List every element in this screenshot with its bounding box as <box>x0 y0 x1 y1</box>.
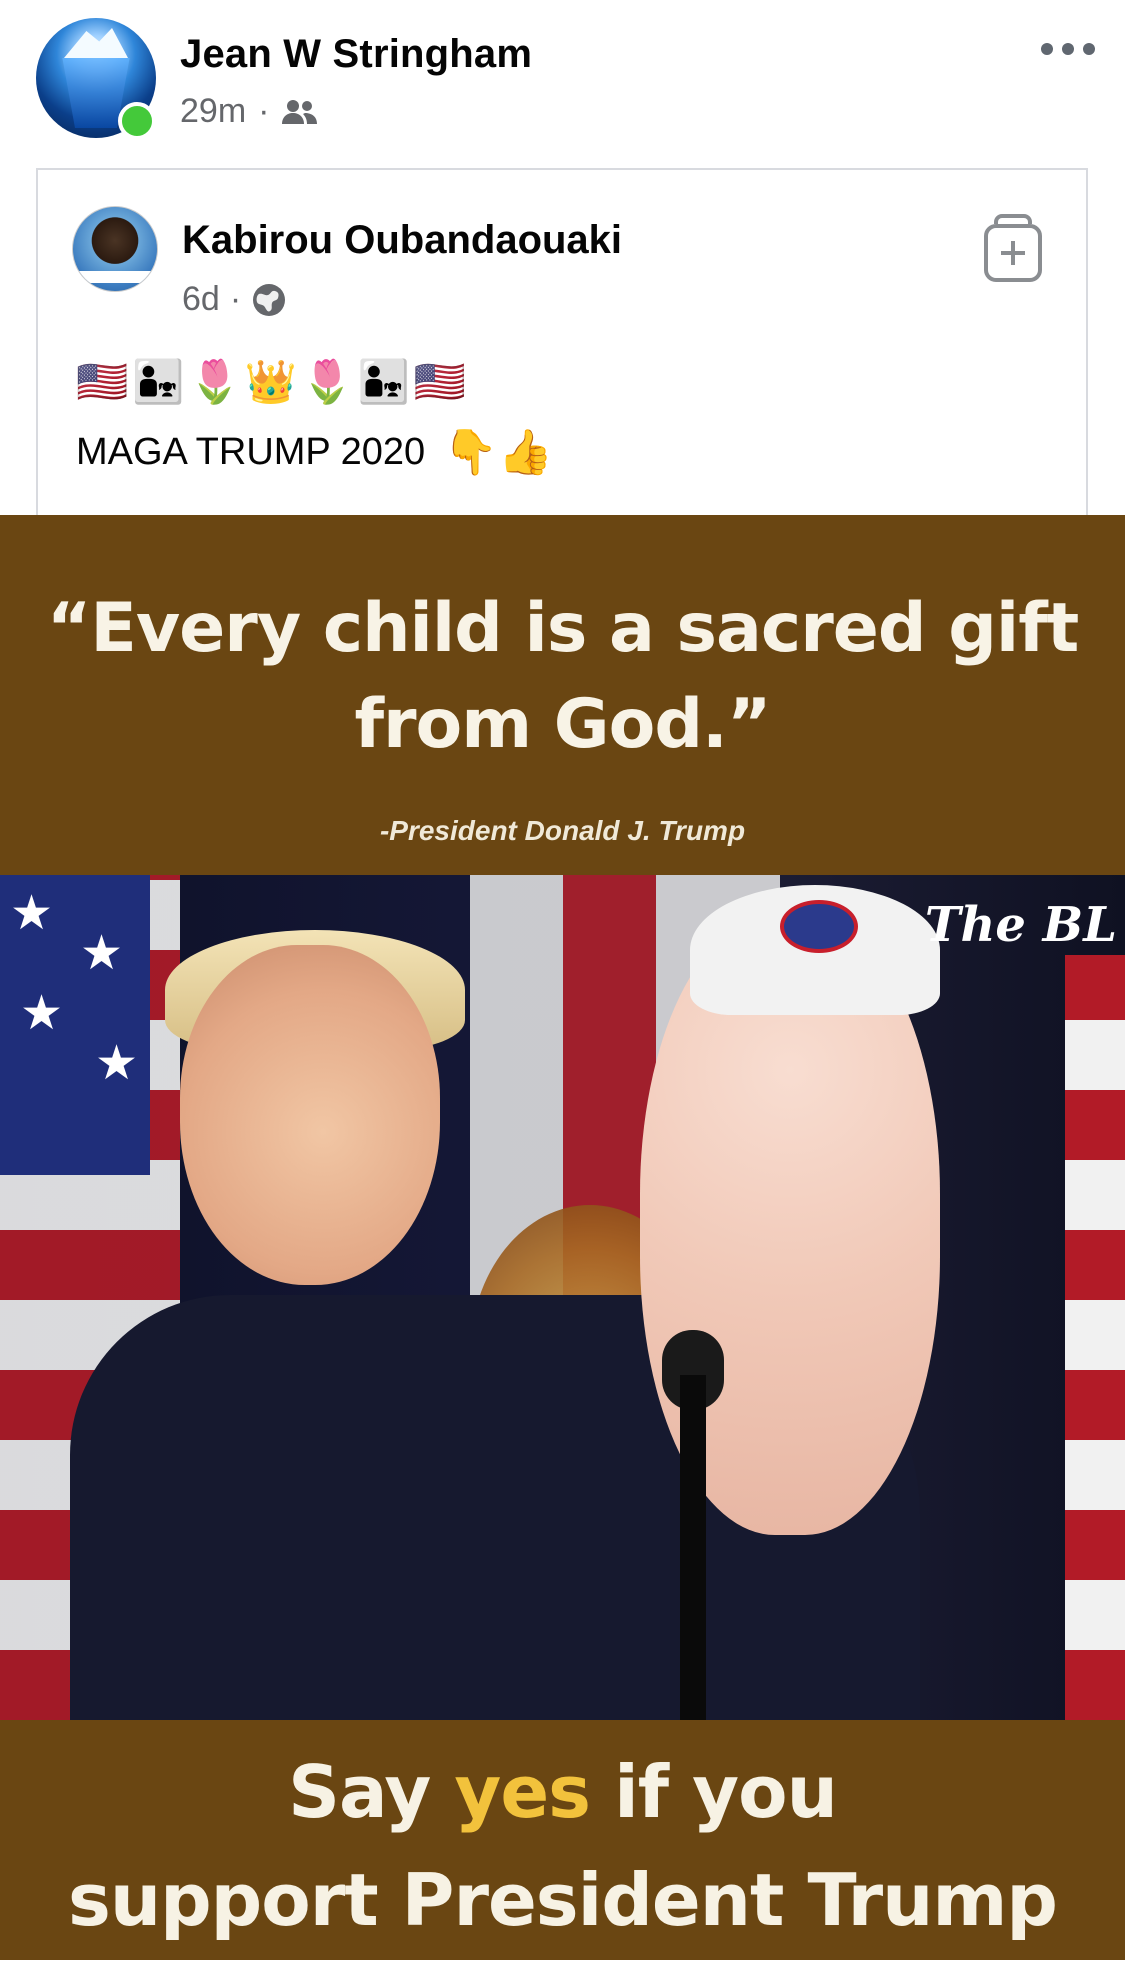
shared-post-meta: 6d · <box>182 280 287 319</box>
star-icon: ★ <box>80 927 124 980</box>
meme-quote: “Every child is a sacred gift from God.” <box>0 581 1125 773</box>
shared-avatar[interactable] <box>72 206 158 292</box>
cta-post: if you <box>590 1750 838 1834</box>
quote-attribution: -President Donald J. Trump <box>379 815 746 846</box>
cta-yes: yes <box>454 1750 591 1834</box>
meta-separator: · <box>258 92 270 130</box>
flag-right <box>1065 955 1125 1720</box>
meme-top-banner: “Every child is a sacred gift from God.”… <box>0 515 1125 875</box>
post-text-emojis: 👇👍 <box>443 428 553 477</box>
online-status-badge <box>118 102 156 140</box>
quote-line-2: from God.” <box>354 685 771 764</box>
shared-post-time[interactable]: 6d <box>182 280 220 319</box>
star-icon: ★ <box>20 987 64 1040</box>
friends-icon <box>282 99 318 124</box>
post-text-body: MAGA TRUMP 2020 <box>76 430 426 473</box>
star-icon: ★ <box>10 887 54 940</box>
post-time[interactable]: 29m <box>180 92 246 131</box>
meme-cta: Say yes if you support President Trump <box>0 1738 1125 1954</box>
cta-line-2: support President Trump <box>68 1858 1058 1942</box>
meme-bottom-banner: Say yes if you support President Trump <box>0 1720 1125 1960</box>
meta-separator: · <box>229 280 242 318</box>
post-text: MAGA TRUMP 2020 👇👍 <box>76 426 553 478</box>
author-name[interactable]: Jean W Stringham <box>180 32 532 77</box>
star-icon: ★ <box>95 1037 139 1090</box>
post-header: Jean W Stringham 29m · <box>0 0 1125 160</box>
hat-badge <box>780 900 858 953</box>
emoji-line: 🇺🇸👨‍👧🌷👑🌷👨‍👧🇺🇸 <box>76 358 471 405</box>
post-meta: 29m · <box>180 92 319 131</box>
cta-pre: Say <box>288 1750 455 1834</box>
post-image[interactable]: “Every child is a sacred gift from God.”… <box>0 515 1125 1960</box>
shared-post-card: Kabirou Oubandaouaki 6d · 🇺🇸👨‍👧🌷👑🌷👨‍👧🇺🇸 … <box>36 168 1088 518</box>
globe-icon <box>253 283 286 316</box>
add-to-collection-icon[interactable] <box>984 214 1042 282</box>
quote-line-1: “Every child is a sacred gift <box>46 589 1080 668</box>
more-horizontal-icon[interactable] <box>1041 34 1095 64</box>
watermark: The BL <box>924 897 1117 953</box>
cta-line-1: Say yes if you <box>0 1738 1125 1846</box>
man-head <box>180 945 440 1285</box>
meme-photo: ★ ★ ★ ★ The BL <box>0 875 1125 1720</box>
iceberg-tip <box>64 28 128 58</box>
shared-author-name[interactable]: Kabirou Oubandaouaki <box>182 218 622 263</box>
microphone-stand <box>680 1375 706 1720</box>
